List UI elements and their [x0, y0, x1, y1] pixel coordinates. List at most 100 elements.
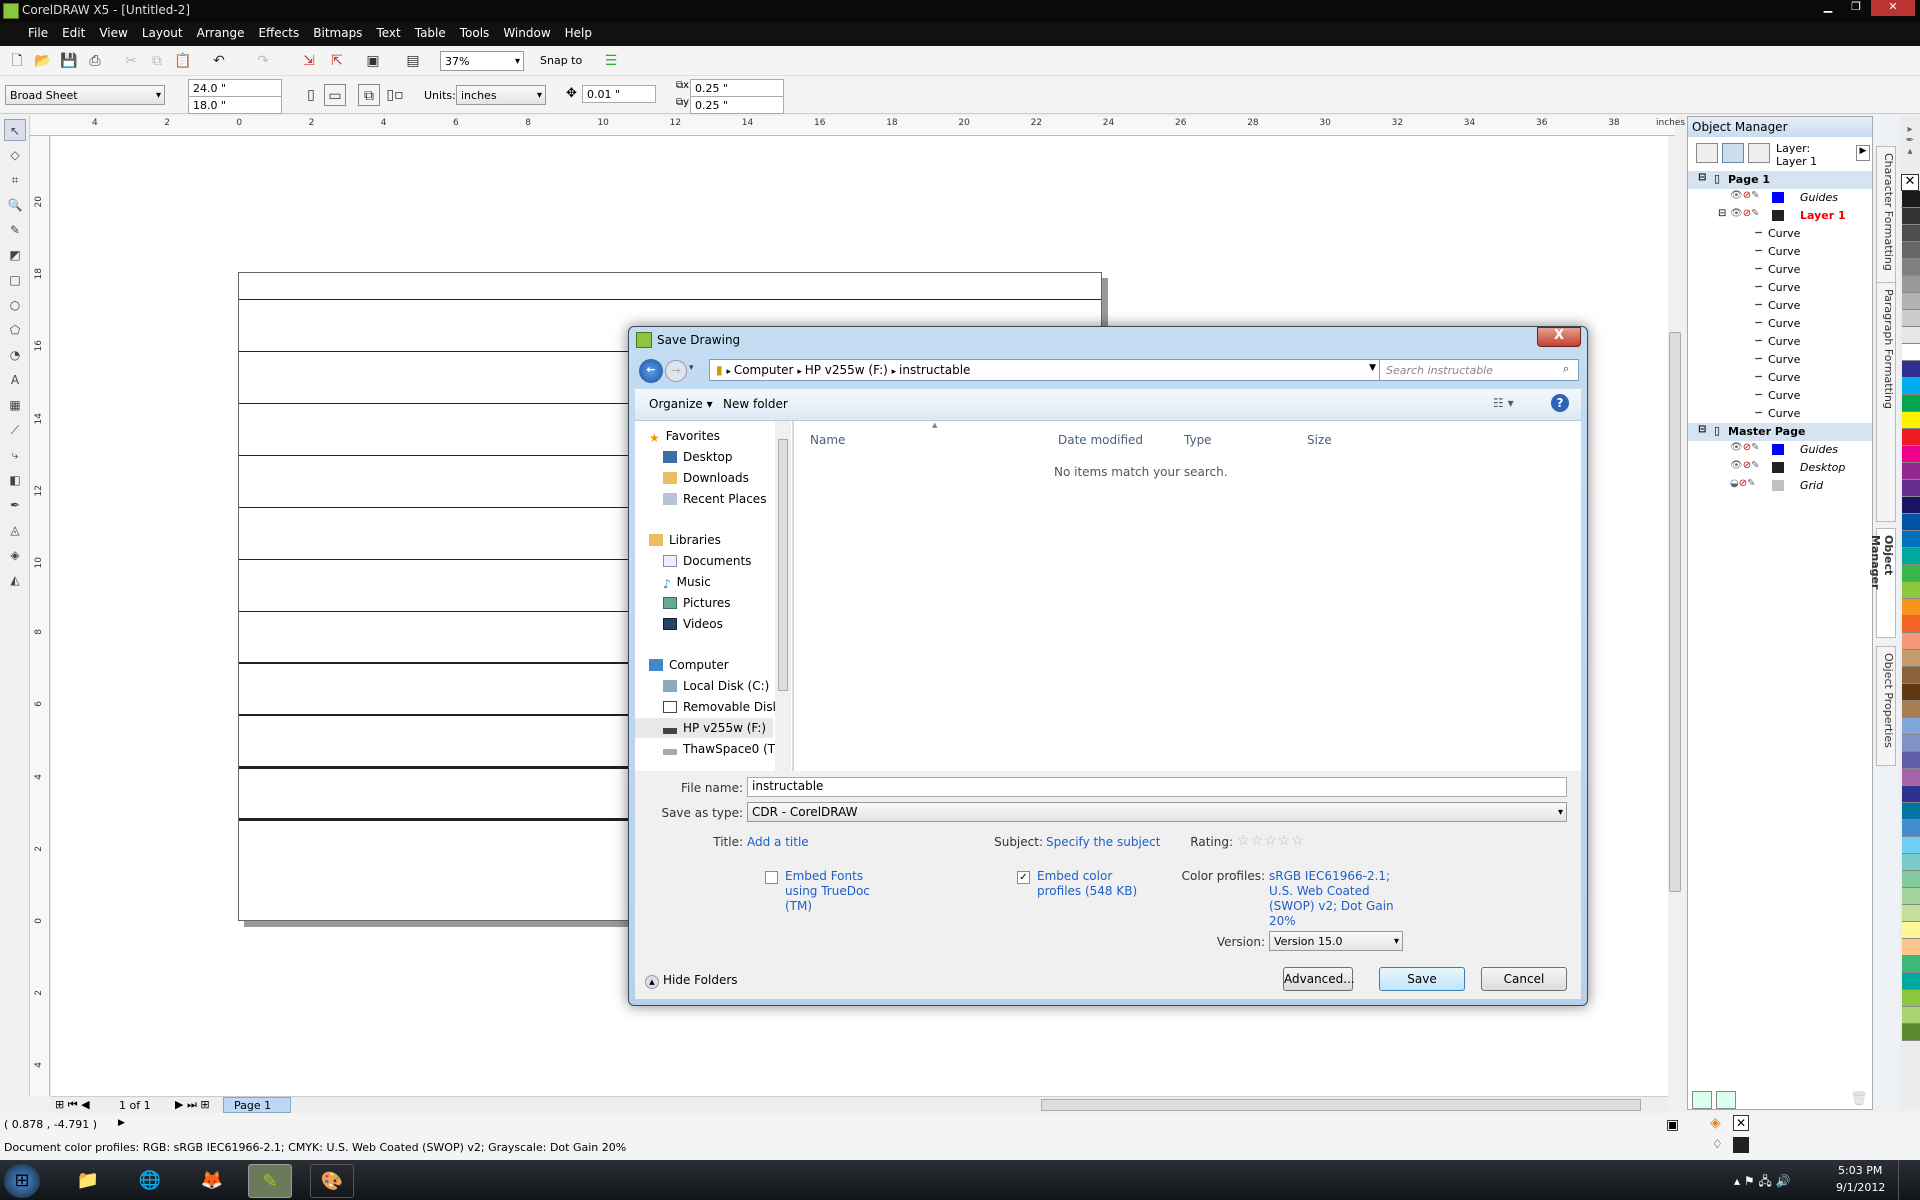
color-swatch[interactable] — [1902, 854, 1920, 871]
rectangle-tool-icon[interactable]: □ — [4, 269, 26, 291]
color-swatch[interactable] — [1902, 718, 1920, 735]
file-list[interactable]: Name ▲ Date modified Type Size No items … — [794, 421, 1581, 771]
new-layer-icon[interactable] — [1692, 1091, 1712, 1109]
import-icon[interactable]: ⇲ — [298, 50, 320, 72]
collapse-icon[interactable]: ⊟ — [1718, 208, 1726, 219]
color-swatch[interactable] — [1902, 905, 1920, 922]
polygon-tool-icon[interactable]: ⬠ — [4, 319, 26, 341]
new-master-layer-icon[interactable] — [1716, 1091, 1736, 1109]
nav-hp-v255w-f[interactable]: HP v255w (F:) — [663, 721, 766, 735]
color-swatch[interactable] — [1902, 939, 1920, 956]
breadcrumb-drive[interactable]: HP v255w (F:) — [805, 363, 888, 377]
nav-music[interactable]: ♪ Music — [663, 575, 711, 591]
menu-help[interactable]: Help — [558, 22, 599, 44]
title-input[interactable]: Add a title — [747, 835, 809, 849]
save-icon[interactable]: 💾 — [58, 50, 80, 72]
curve-object[interactable]: ∽ Curve — [1688, 351, 1872, 369]
eyedropper-tool-icon[interactable]: ✒ — [4, 494, 26, 516]
color-swatch[interactable] — [1902, 684, 1920, 701]
color-proofing-icon[interactable]: ▣ — [1666, 1117, 1679, 1133]
color-swatch[interactable] — [1902, 293, 1920, 310]
snap-to-dropdown[interactable]: Snap to — [540, 54, 582, 67]
color-swatch[interactable] — [1902, 803, 1920, 820]
nav-libraries[interactable]: Libraries — [649, 533, 721, 547]
pick-tool-icon[interactable]: ↖ — [4, 119, 26, 141]
redo-icon[interactable]: ↷ — [252, 50, 274, 72]
tray-icons[interactable]: ▴ ⚑ 🖧 🔊 — [1734, 1172, 1791, 1193]
nav-scroll-thumb[interactable] — [778, 439, 788, 691]
connector-tool-icon[interactable]: ⤷ — [4, 444, 26, 466]
color-swatch[interactable] — [1902, 208, 1920, 225]
duplicate-y-input[interactable]: 0.25 " — [690, 96, 784, 114]
application-launcher-icon[interactable]: ▣ — [362, 50, 384, 72]
firefox-taskbar-icon[interactable]: 🦊 — [190, 1164, 234, 1198]
nav-local-disk-c[interactable]: Local Disk (C:) — [663, 679, 769, 693]
version-select[interactable]: Version 15.0 — [1269, 931, 1403, 951]
menu-text[interactable]: Text — [369, 22, 407, 44]
color-swatch[interactable] — [1902, 752, 1920, 769]
menu-table[interactable]: Table — [408, 22, 453, 44]
color-swatch[interactable] — [1902, 599, 1920, 616]
blend-tool-icon[interactable]: ◧ — [4, 469, 26, 491]
copy-icon[interactable]: ⧉ — [146, 50, 168, 72]
color-swatch[interactable] — [1902, 820, 1920, 837]
portrait-icon[interactable]: ▯ — [300, 84, 322, 106]
curve-object[interactable]: ∽ Curve — [1688, 243, 1872, 261]
nav-favorites[interactable]: ★ Favorites — [649, 429, 720, 445]
page-width-input[interactable]: 24.0 " — [188, 79, 282, 97]
save-as-type-select[interactable]: CDR - CorelDRAW — [747, 802, 1567, 822]
address-dropdown-icon[interactable]: ▼ — [1369, 363, 1376, 373]
color-swatch[interactable] — [1902, 1007, 1920, 1024]
tab-object-properties[interactable]: Object Properties — [1876, 646, 1896, 766]
nav-documents[interactable]: Documents — [663, 554, 751, 568]
page-nav-buttons-icon[interactable]: ⊞ ⏮ ◀ — [55, 1098, 90, 1112]
file-name-input[interactable]: instructable — [747, 777, 1567, 797]
horizontal-ruler[interactable]: 4 2 0 2 4 6 8 10 12 14 16 18 20 22 24 26 28 30 32 34 36 38 in… — [30, 116, 1685, 136]
welcome-screen-icon[interactable]: ▤ — [402, 50, 424, 72]
page-nav-forward-icon[interactable]: ▶ ⏭ ⊞ — [175, 1098, 210, 1112]
color-swatch[interactable] — [1902, 412, 1920, 429]
restore-button[interactable]: ❐ — [1843, 0, 1869, 16]
dialog-close-button[interactable]: X — [1537, 327, 1581, 347]
nav-removable-disk[interactable]: Removable Disk ( — [663, 700, 788, 714]
curve-object[interactable]: ∽ Curve — [1688, 315, 1872, 333]
color-swatch[interactable] — [1902, 582, 1920, 599]
nav-videos[interactable]: Videos — [663, 617, 723, 631]
color-swatch[interactable] — [1902, 497, 1920, 514]
smart-fill-tool-icon[interactable]: ◩ — [4, 244, 26, 266]
color-swatch[interactable] — [1902, 786, 1920, 803]
curve-object[interactable]: ∽ Curve — [1688, 297, 1872, 315]
color-swatch[interactable] — [1902, 344, 1920, 361]
embed-fonts-checkbox[interactable] — [765, 871, 778, 884]
color-swatch[interactable] — [1902, 276, 1920, 293]
menu-bitmaps[interactable]: Bitmaps — [306, 22, 369, 44]
clock-date[interactable]: 9/1/2012 — [1836, 1181, 1885, 1194]
color-swatch[interactable] — [1902, 973, 1920, 990]
color-swatch[interactable] — [1902, 871, 1920, 888]
cut-icon[interactable]: ✂ — [120, 50, 142, 72]
curve-object[interactable]: ∽ Curve — [1688, 333, 1872, 351]
fill-tool-icon[interactable]: ◈ — [4, 544, 26, 566]
menu-tools[interactable]: Tools — [453, 22, 497, 44]
help-icon[interactable]: ? — [1551, 394, 1569, 412]
delete-icon[interactable]: 🗑 — [1850, 1091, 1868, 1107]
nav-pictures[interactable]: Pictures — [663, 596, 731, 610]
back-button[interactable]: ← — [639, 359, 663, 383]
nav-downloads[interactable]: Downloads — [663, 471, 749, 485]
collapse-icon[interactable]: ⊟ — [1698, 172, 1706, 183]
color-swatch[interactable] — [1902, 667, 1920, 684]
vertical-scrollbar[interactable] — [1668, 136, 1682, 1096]
color-swatch[interactable] — [1902, 191, 1920, 208]
flyout-menu-icon[interactable]: ▶ — [1856, 145, 1870, 161]
visibility-icons[interactable]: 👁⊘✎ — [1730, 208, 1759, 219]
color-swatch[interactable] — [1902, 735, 1920, 752]
explorer-taskbar-icon[interactable]: 📁 — [66, 1164, 110, 1198]
landscape-icon[interactable]: ▭ — [324, 84, 346, 106]
nav-scrollbar[interactable] — [775, 421, 791, 771]
basic-shapes-tool-icon[interactable]: ◔ — [4, 344, 26, 366]
chrome-taskbar-icon[interactable]: 🌐 — [128, 1164, 172, 1198]
menu-view[interactable]: View — [92, 22, 134, 44]
paste-icon[interactable]: 📋 — [172, 50, 194, 72]
nav-recent-places[interactable]: Recent Places — [663, 492, 766, 506]
new-folder-button[interactable]: New folder — [723, 397, 788, 411]
